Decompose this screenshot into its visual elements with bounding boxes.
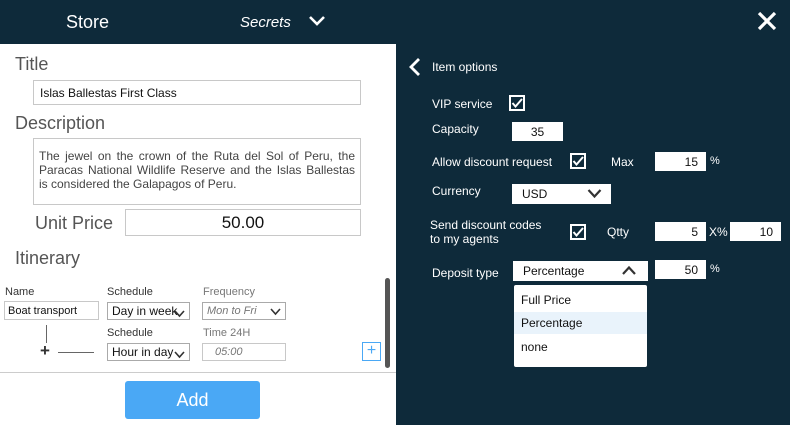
max-percent-symbol: % [710,155,720,167]
itinerary-label: Itinerary [15,248,81,268]
currency-select-value: USD [522,187,548,201]
currency-select[interactable]: USD [512,184,611,204]
chevron-down-icon[interactable] [308,14,326,33]
allow-discount-label: Allow discount request [432,155,553,169]
schedule-select-value: Day in week [112,304,178,318]
capacity-label: Capacity [432,122,479,136]
scrollbar[interactable] [385,278,390,368]
title-label: Title [15,54,49,74]
allow-discount-checkbox[interactable] [570,153,586,169]
chevron-up-icon [621,265,637,279]
schedule2-label: Schedule [107,327,153,339]
close-icon[interactable] [756,10,778,37]
x-percent-label: X% [709,225,728,239]
itinerary-name-input[interactable]: Boat transport [4,301,99,320]
item-options-title: Item options [432,60,498,74]
qtty-label: Qtty [607,225,630,239]
max-input[interactable]: 15 [655,152,706,171]
deposit-type-dropdown: Full Price Percentage none [514,285,647,367]
time-input[interactable]: 05:00 [202,343,286,361]
schedule-label: Schedule [107,286,153,298]
unit-price-label: Unit Price [35,213,114,233]
divider [0,372,396,373]
send-codes-label-line1: Send discount codes [430,218,542,232]
add-step-plus-icon[interactable]: + [40,341,50,361]
schedule2-select-value: Hour in day [112,345,174,359]
vip-service-label: VIP service [432,97,493,111]
deposit-type-label: Deposit type [432,266,499,280]
description-label: Description [15,113,106,133]
deposit-type-select-value: Percentage [523,264,585,278]
deposit-percent-symbol: % [710,263,720,275]
send-codes-label-line2: to my agents [430,232,499,246]
qtty-input[interactable]: 5 [655,222,706,241]
deposit-option-percentage[interactable]: Percentage [514,312,647,334]
x-percent-input[interactable]: 10 [730,222,781,241]
checkmark-icon [572,227,584,238]
itinerary-name-label: Name [5,286,35,298]
schedule2-select[interactable]: Hour in day [107,343,190,361]
send-codes-checkbox[interactable] [570,224,586,240]
secrets-menu-label[interactable]: Secrets [240,14,291,31]
frequency-select-value: Mon to Fri [207,305,257,317]
chevron-down-icon [174,307,185,321]
deposit-percent-input[interactable]: 50 [655,260,706,279]
unit-price-input[interactable]: 50.00 [125,209,361,236]
schedule-select[interactable]: Day in week [107,302,190,320]
store-panel: Store Secrets Title Islas Ballestas Firs… [0,0,396,425]
chevron-down-icon [174,348,185,362]
tree-line-horizontal [58,352,94,353]
title-input[interactable]: Islas Ballestas First Class [33,80,361,105]
chevron-down-icon [587,188,602,202]
checkmark-icon [572,156,584,167]
back-chevron-icon[interactable] [408,57,422,82]
frequency-select[interactable]: Mon to Fri [202,302,286,320]
chevron-down-icon [270,307,281,319]
add-button[interactable]: Add [125,381,260,419]
top-bar: Store Secrets [0,0,396,44]
capacity-input[interactable]: 35 [512,122,563,141]
description-textarea[interactable]: The jewel on the crown of the Ruta del S… [33,138,361,205]
vip-service-checkbox[interactable] [509,95,525,111]
time-label: Time 24H [203,327,251,339]
currency-label: Currency [432,184,481,198]
max-label: Max [611,155,634,169]
deposit-option-none[interactable]: none [514,336,647,358]
frequency-label: Frequency [203,286,255,298]
deposit-option-full-price[interactable]: Full Price [514,289,647,311]
store-title: Store [66,12,110,32]
checkmark-icon [511,98,523,109]
add-itinerary-plus-icon[interactable]: + [362,342,381,361]
deposit-type-select[interactable]: Percentage [513,261,648,281]
